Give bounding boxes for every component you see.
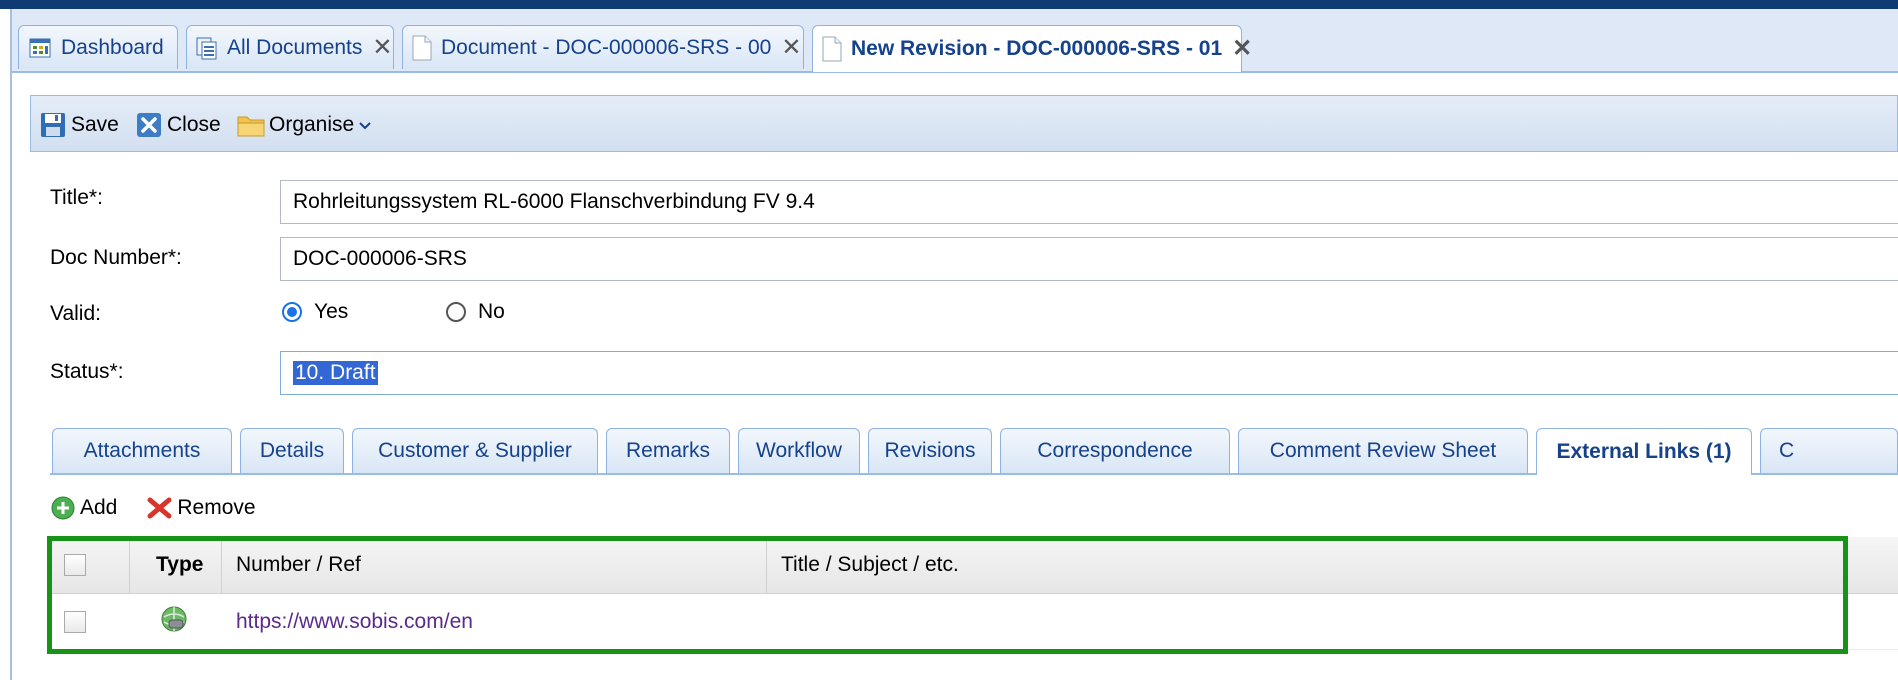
tab-label: Details [259, 439, 325, 462]
tab-new-revision[interactable]: New Revision - DOC-000006-SRS - 01 ✕ [812, 25, 1252, 72]
documents-icon [195, 35, 219, 61]
close-window-icon [135, 111, 163, 139]
row-title [767, 594, 1898, 649]
save-icon [39, 111, 67, 139]
document-icon [411, 35, 433, 61]
status-label: Status*: [50, 360, 124, 383]
top-stripe [0, 0, 1898, 9]
tab-label: Dashboard [61, 35, 164, 59]
external-links-grid: Type Number / Ref Title / Subject / etc.… [50, 537, 1898, 655]
main-tab-strip: Dashboard All Documents ✕ Document - DOC… [12, 9, 1898, 73]
document-icon [821, 36, 843, 62]
tab-comment-review-sheet[interactable]: Comment Review Sheet [1238, 428, 1528, 473]
external-link-globe-icon [160, 605, 188, 639]
tab-workflow[interactable]: Workflow [738, 428, 860, 473]
detail-tab-strip: Attachments Details Customer & Supplier … [50, 425, 1898, 475]
tab-correspondence[interactable]: Correspondence [1000, 428, 1230, 473]
row-type-cell [130, 594, 222, 649]
valid-yes-label: Yes [314, 300, 349, 323]
tab-all-documents[interactable]: All Documents ✕ [186, 25, 394, 69]
valid-no-label: No [478, 300, 505, 323]
left-border [10, 9, 12, 680]
column-header-number-ref[interactable]: Number / Ref [222, 537, 767, 593]
tab-label: C [1779, 439, 1795, 462]
tab-label: External Links (1) [1556, 440, 1732, 463]
dashboard-icon [27, 35, 53, 61]
tab-label: All Documents [227, 35, 363, 59]
status-value: 10. Draft [293, 361, 378, 385]
radio-unselected-icon [446, 302, 466, 322]
doc-number-value: DOC-000006-SRS [293, 247, 467, 270]
tab-customer-supplier[interactable]: Customer & Supplier [352, 428, 598, 473]
folder-icon [237, 111, 265, 139]
tab-label: Workflow [756, 439, 842, 462]
column-header-type[interactable]: Type [130, 537, 222, 593]
row-select-cell [50, 594, 130, 649]
remove-button[interactable]: Remove [147, 495, 256, 521]
add-icon [50, 495, 76, 521]
row-number-ref[interactable]: https://www.sobis.com/en [222, 594, 767, 649]
add-button[interactable]: Add [50, 495, 117, 521]
title-field[interactable]: Rohrleitungssystem RL-6000 Flanschverbin… [280, 180, 1898, 224]
add-label: Add [80, 496, 118, 519]
tab-dashboard[interactable]: Dashboard [18, 25, 178, 69]
remove-label: Remove [177, 496, 256, 519]
column-header-title[interactable]: Title / Subject / etc. [767, 537, 1898, 593]
radio-selected-icon [282, 302, 302, 322]
status-field[interactable]: 10. Draft [280, 351, 1898, 395]
tab-attachments[interactable]: Attachments [52, 428, 232, 473]
select-all-cell [50, 537, 130, 593]
organise-button[interactable]: Organise [237, 109, 372, 141]
tab-label: Remarks [625, 439, 710, 462]
tab-label: Attachments [83, 439, 201, 462]
close-icon[interactable]: ✕ [781, 35, 801, 60]
valid-label: Valid: [50, 302, 101, 325]
table-row[interactable]: https://www.sobis.com/en [50, 594, 1898, 650]
title-label: Title*: [50, 186, 103, 209]
tab-details[interactable]: Details [240, 428, 344, 473]
close-icon[interactable]: ✕ [1232, 37, 1252, 61]
tab-external-links[interactable]: External Links (1) [1536, 428, 1752, 475]
tab-label: Revisions [884, 439, 976, 462]
tab-revisions[interactable]: Revisions [868, 428, 992, 473]
chevron-down-icon [358, 113, 372, 137]
row-checkbox[interactable] [64, 610, 86, 633]
tab-partial[interactable]: C [1760, 428, 1898, 473]
grid-toolbar: Add Remove [50, 488, 286, 528]
main-toolbar: Save Close Organise [30, 95, 1898, 152]
save-label: Save [71, 113, 119, 136]
save-button[interactable]: Save [39, 109, 119, 141]
tab-label: New Revision - DOC-000006-SRS - 01 [851, 37, 1223, 60]
valid-no-radio[interactable]: No [446, 300, 505, 324]
title-value: Rohrleitungssystem RL-6000 Flanschverbin… [293, 190, 815, 213]
close-label: Close [167, 113, 221, 136]
tab-label: Correspondence [1037, 439, 1193, 462]
tab-label: Comment Review Sheet [1269, 439, 1497, 462]
tab-remarks[interactable]: Remarks [606, 428, 730, 473]
tab-label: Document - DOC-000006-SRS - 00 [441, 35, 772, 59]
tab-label: Customer & Supplier [378, 439, 572, 462]
grid-header: Type Number / Ref Title / Subject / etc. [50, 537, 1898, 594]
doc-number-field[interactable]: DOC-000006-SRS [280, 237, 1898, 281]
close-button[interactable]: Close [135, 109, 221, 141]
tab-document[interactable]: Document - DOC-000006-SRS - 00 ✕ [402, 25, 804, 69]
select-all-checkbox[interactable] [64, 554, 86, 576]
remove-icon [147, 495, 173, 521]
doc-number-label: Doc Number*: [50, 246, 182, 269]
close-icon[interactable]: ✕ [372, 35, 392, 60]
organise-label: Organise [269, 113, 355, 136]
valid-yes-radio[interactable]: Yes [282, 300, 348, 324]
